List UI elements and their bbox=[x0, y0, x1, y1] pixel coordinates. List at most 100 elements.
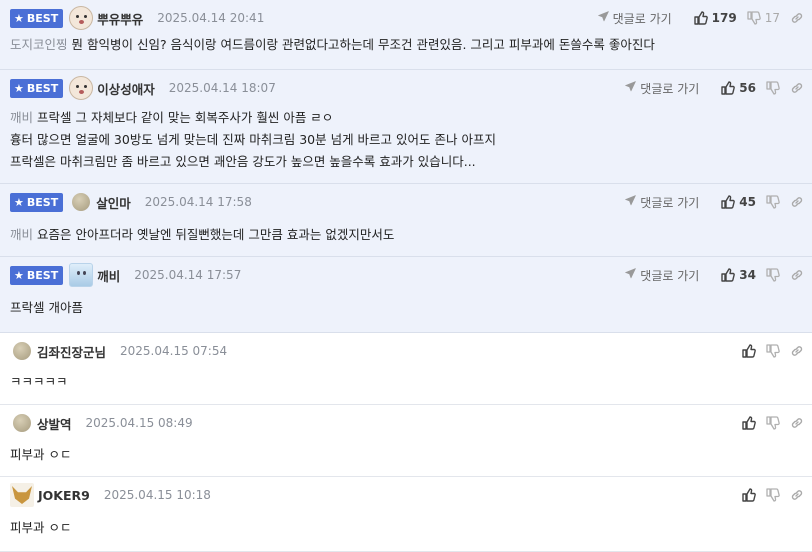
thumbs-up-icon bbox=[693, 11, 708, 25]
nickname[interactable]: JOKER9 bbox=[38, 488, 90, 503]
nickname[interactable]: 상발역 bbox=[37, 414, 72, 433]
comment-body: 프락셀 개아픔 bbox=[10, 297, 802, 319]
comment-item: ★ BEST 뿌유뿌유 2025.04.14 20:41 댓글로 가기 179 17 도지코인… bbox=[0, 0, 812, 70]
star-icon: ★ bbox=[14, 195, 24, 209]
downvote-button[interactable] bbox=[766, 488, 780, 502]
comment-line: ㅋㅋㅋㅋㅋ bbox=[10, 374, 68, 389]
upvote-button[interactable]: 34 bbox=[721, 268, 756, 282]
thumbs-down-icon bbox=[766, 344, 780, 358]
comment-body: 깨비 요즘은 안아프더라 옛날엔 뒤질뻔했는데 그만큼 효과는 없겠지만서도 bbox=[10, 224, 802, 246]
comment-line: 프락셀 개아픔 bbox=[10, 300, 83, 315]
paper-plane-icon bbox=[597, 11, 609, 25]
potato-avatar[interactable] bbox=[72, 193, 91, 211]
upvote-button[interactable] bbox=[742, 344, 756, 358]
upvote-count: 45 bbox=[739, 195, 756, 209]
comment-actions: 댓글로 가기 45 bbox=[625, 194, 804, 211]
link-icon bbox=[790, 11, 804, 25]
reply-target[interactable]: 도지코인찡 bbox=[10, 37, 68, 52]
downvote-button[interactable] bbox=[766, 268, 780, 282]
link-icon bbox=[790, 268, 804, 282]
comment-item: ★ BEST 이상성애자 2025.04.14 18:07 댓글로 가기 56 깨비 프락셀… bbox=[0, 70, 812, 184]
thumbs-down-icon bbox=[766, 268, 780, 282]
copy-link-button[interactable] bbox=[790, 81, 804, 95]
best-badge: ★ BEST bbox=[10, 265, 64, 285]
comment-date: 2025.04.14 17:58 bbox=[144, 195, 252, 209]
upvote-button[interactable]: 45 bbox=[721, 195, 756, 209]
copy-link-button[interactable] bbox=[790, 195, 804, 209]
thumbs-down-icon bbox=[766, 488, 780, 502]
best-badge: ★ BEST bbox=[10, 192, 64, 212]
copy-link-button[interactable] bbox=[790, 11, 804, 25]
potato-avatar[interactable] bbox=[13, 414, 31, 432]
nickname[interactable]: 이상성애자 bbox=[97, 79, 155, 98]
comment-header: 상발역 2025.04.15 08:49 bbox=[10, 412, 804, 434]
comment-line: 깨비 요즘은 안아프더라 옛날엔 뒤질뻔했는데 그만큼 효과는 없겠지만서도 bbox=[10, 227, 395, 242]
comment-date: 2025.04.14 20:41 bbox=[157, 11, 265, 25]
thumbs-down-icon bbox=[747, 11, 761, 25]
upvote-count: 56 bbox=[739, 81, 756, 95]
comment-header: ★ BEST 깨비 2025.04.14 17:57 댓글로 가기 34 bbox=[10, 263, 804, 287]
comment-header: ★ BEST 이상성애자 2025.04.14 18:07 댓글로 가기 56 bbox=[10, 76, 804, 100]
comment-date: 2025.04.14 18:07 bbox=[168, 81, 276, 95]
upvote-button[interactable] bbox=[742, 488, 756, 502]
nickname[interactable]: 깨비 bbox=[97, 266, 120, 285]
downvote-button[interactable] bbox=[766, 344, 780, 358]
nickname[interactable]: 뿌유뿌유 bbox=[97, 9, 143, 28]
thumbs-down-icon bbox=[766, 81, 780, 95]
copy-link-button[interactable] bbox=[790, 344, 804, 358]
copy-link-button[interactable] bbox=[790, 488, 804, 502]
nickname[interactable]: 살인마 bbox=[96, 193, 131, 212]
potato-avatar[interactable] bbox=[13, 342, 31, 360]
comment-item: 상발역 2025.04.15 08:49 피부과 ㅇㄷ bbox=[0, 405, 812, 477]
reply-target[interactable]: 깨비 bbox=[10, 227, 33, 242]
star-icon: ★ bbox=[14, 11, 24, 25]
paper-plane-icon bbox=[625, 81, 637, 95]
nickname[interactable]: 김좌진장군님 bbox=[37, 342, 106, 361]
upvote-count: 34 bbox=[739, 268, 756, 282]
dog-avatar[interactable] bbox=[69, 6, 94, 30]
thumbs-down-icon bbox=[766, 416, 780, 430]
downvote-button[interactable] bbox=[766, 81, 780, 95]
comment-actions: 댓글로 가기 56 bbox=[625, 80, 804, 97]
downvote-button[interactable]: 17 bbox=[747, 11, 780, 25]
comment-item: ★ BEST 깨비 2025.04.14 17:57 댓글로 가기 34 프락셀 개아픔 bbox=[0, 257, 812, 333]
goto-reply-link[interactable]: 댓글로 가기 bbox=[625, 194, 699, 211]
dog-avatar[interactable] bbox=[69, 76, 94, 100]
downvote-button[interactable] bbox=[766, 195, 780, 209]
copy-link-button[interactable] bbox=[790, 268, 804, 282]
reply-target[interactable]: 깨비 bbox=[10, 110, 33, 125]
comment-actions bbox=[732, 488, 804, 502]
downvote-count: 17 bbox=[764, 11, 780, 25]
comment-body: 피부과 ㅇㄷ bbox=[10, 444, 802, 466]
thumbs-up-icon bbox=[721, 195, 736, 209]
upvote-button[interactable]: 56 bbox=[721, 81, 756, 95]
upvote-button[interactable]: 179 bbox=[693, 11, 737, 25]
comment-actions bbox=[732, 416, 804, 430]
comment-item: JOKER9 2025.04.15 10:18 피부과 ㅇㄷ bbox=[0, 477, 812, 552]
thumbs-up-icon bbox=[721, 268, 736, 282]
link-icon bbox=[790, 195, 804, 209]
upvote-button[interactable] bbox=[742, 416, 756, 430]
ghost-avatar[interactable] bbox=[69, 263, 94, 287]
link-icon bbox=[790, 416, 804, 430]
comment-date: 2025.04.15 08:49 bbox=[85, 416, 193, 430]
upvote-count: 179 bbox=[711, 11, 737, 25]
thumbs-up-icon bbox=[742, 416, 756, 430]
comment-list: ★ BEST 뿌유뿌유 2025.04.14 20:41 댓글로 가기 179 17 도지코인… bbox=[0, 0, 812, 552]
thumbs-up-icon bbox=[721, 81, 736, 95]
comment-line: 흉터 많으면 얼굴에 30방도 넘게 맞는데 진짜 마취크림 30분 넘게 바르… bbox=[10, 132, 496, 147]
comment-date: 2025.04.15 07:54 bbox=[120, 344, 228, 358]
comment-body: 도지코인찡 뭔 함익병이 신임? 음식이랑 여드름이랑 관련없다고하는데 무조건… bbox=[10, 34, 802, 56]
best-badge: ★ BEST bbox=[10, 8, 64, 28]
comment-actions: 댓글로 가기 34 bbox=[625, 267, 804, 284]
star-icon: ★ bbox=[14, 81, 24, 95]
downvote-button[interactable] bbox=[766, 416, 780, 430]
star-icon: ★ bbox=[14, 268, 24, 282]
goto-reply-link[interactable]: 댓글로 가기 bbox=[597, 10, 672, 27]
comment-line: 피부과 ㅇㄷ bbox=[10, 447, 72, 462]
paper-plane-icon bbox=[625, 268, 637, 282]
goto-reply-link[interactable]: 댓글로 가기 bbox=[625, 80, 699, 97]
fox-avatar[interactable] bbox=[10, 483, 34, 507]
goto-reply-link[interactable]: 댓글로 가기 bbox=[625, 267, 699, 284]
copy-link-button[interactable] bbox=[790, 416, 804, 430]
